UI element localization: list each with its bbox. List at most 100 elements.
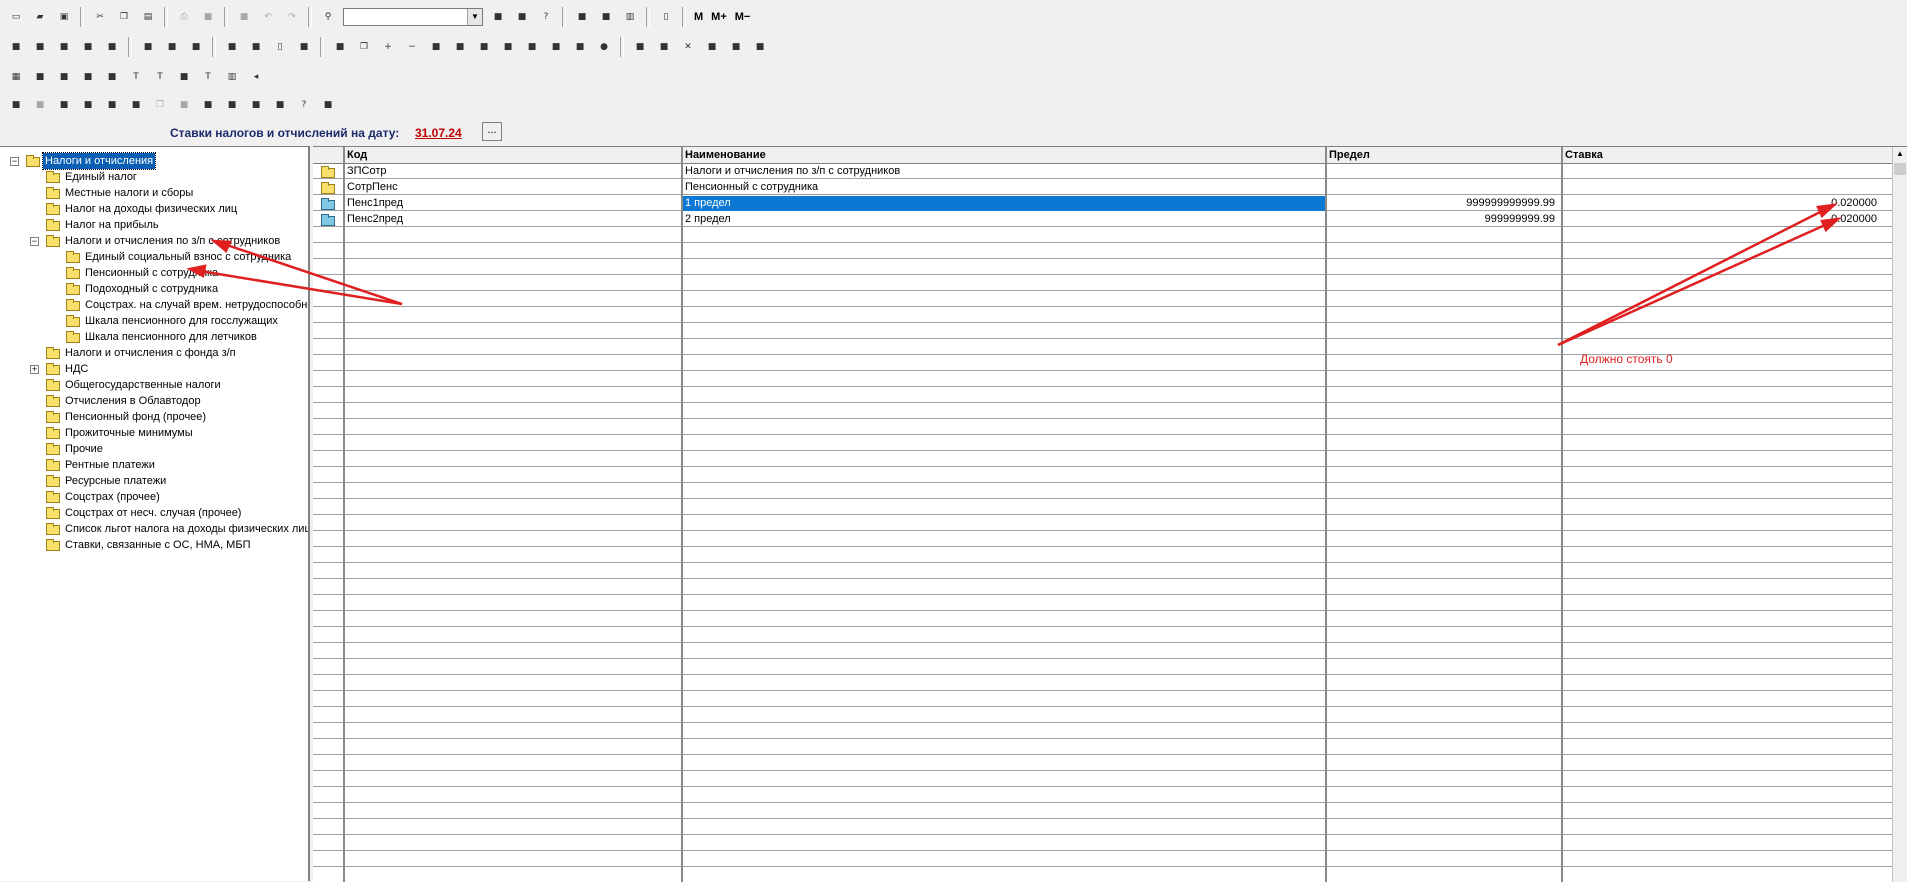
tree-item[interactable]: Шкала пенсионного для госслужащих: [0, 313, 306, 329]
pin2-icon[interactable]: ■: [654, 37, 674, 57]
copy2-icon[interactable]: ❐: [354, 37, 374, 57]
journal-icon[interactable]: ■: [54, 37, 74, 57]
expand-icon[interactable]: +: [30, 365, 39, 374]
column-header-limit[interactable]: Предел: [1329, 149, 1370, 161]
tree-item[interactable]: Ресурсные платежи: [0, 473, 306, 489]
save-icon[interactable]: ▣: [54, 7, 74, 27]
tools-icon[interactable]: ■: [102, 37, 122, 57]
table-icon[interactable]: ■: [222, 37, 242, 57]
cross-icon[interactable]: ✕: [678, 37, 698, 57]
n-icon[interactable]: ■: [498, 37, 518, 57]
table-row[interactable]: Пенс2пред 2 предел 999999999.99 0.020000: [313, 212, 1893, 228]
chevron-down-icon[interactable]: ▼: [467, 9, 482, 25]
reports-icon[interactable]: ■: [30, 37, 50, 57]
table-row[interactable]: Пенс1пред 1 предел 999999999999.99 0.020000: [313, 196, 1893, 212]
scroll-up-arrow-icon[interactable]: ▲: [1893, 147, 1907, 161]
link-icon[interactable]: ■: [474, 37, 494, 57]
column-header-code[interactable]: Код: [347, 149, 367, 161]
book-icon[interactable]: ▯: [656, 7, 676, 27]
column-divider[interactable]: [1561, 147, 1563, 882]
cash-icon[interactable]: ■: [570, 37, 590, 57]
column-header-rate[interactable]: Ставка: [1565, 149, 1603, 161]
search-combo[interactable]: ▼: [343, 8, 483, 26]
pin-icon[interactable]: ■: [630, 37, 650, 57]
tree-item[interactable]: Соцстрах от несч. случая (прочее): [0, 505, 306, 521]
table-row[interactable]: ЗПСотр Налоги и отчисления по з/п с сотру…: [313, 164, 1893, 180]
cell-name[interactable]: Пенсионный с сотрудника: [685, 180, 1321, 195]
hsplit-icon[interactable]: ■: [450, 37, 470, 57]
tb4-doc-icon[interactable]: ■: [222, 95, 242, 115]
paste-icon[interactable]: ▤: [138, 7, 158, 27]
scroll-thumb[interactable]: [1894, 163, 1906, 175]
cell-code[interactable]: ЗПСотр: [347, 164, 677, 179]
table-row[interactable]: СотрПенс Пенсионный с сотрудника: [313, 180, 1893, 196]
calendar-icon[interactable]: ■: [596, 7, 616, 27]
calc-icon[interactable]: ▦: [6, 67, 26, 87]
cell-limit[interactable]: 999999999999.99: [1329, 196, 1555, 211]
tb4-tree-icon[interactable]: ■: [270, 95, 290, 115]
redo-icon[interactable]: ↷: [282, 7, 302, 27]
tree-item[interactable]: Соцстрах (прочее): [0, 489, 306, 505]
cell-limit[interactable]: [1329, 164, 1555, 179]
tree-item[interactable]: Общегосударственные налоги: [0, 377, 306, 393]
tree-item[interactable]: Соцстрах. на случай врем. нетрудоспособн…: [0, 297, 308, 313]
docs-icon[interactable]: ■: [54, 67, 74, 87]
account-icon[interactable]: ■: [246, 37, 266, 57]
tb4-edit-icon[interactable]: ■: [102, 95, 122, 115]
tb4-multi-icon[interactable]: ■: [198, 95, 218, 115]
tb4-search-icon[interactable]: ■: [78, 95, 98, 115]
cell-name[interactable]: 1 предел: [683, 196, 1325, 211]
tree-item[interactable]: Пенсионный с сотрудника: [0, 265, 306, 281]
rates-grid[interactable]: Код Наименование Предел Ставка ЗПСотр Нал…: [313, 146, 1907, 882]
cell-rate[interactable]: 0.020000: [1565, 212, 1877, 227]
cut-icon[interactable]: ✂: [90, 7, 110, 27]
tb4-folder-icon[interactable]: ■: [30, 95, 50, 115]
doc3-icon[interactable]: ■: [102, 67, 122, 87]
tmp-icon[interactable]: ■: [138, 37, 158, 57]
register-icon[interactable]: ■: [78, 37, 98, 57]
find-icon[interactable]: ⚲: [318, 7, 338, 27]
cell-rate[interactable]: [1565, 164, 1877, 179]
tb4-delete-icon[interactable]: ■: [126, 95, 146, 115]
cell-code[interactable]: СотрПенс: [347, 180, 677, 195]
m-plus-button[interactable]: M+: [707, 11, 731, 23]
cell-limit[interactable]: [1329, 180, 1555, 195]
tree-item[interactable]: Единый налог: [0, 169, 306, 185]
cell-code[interactable]: Пенс1пред: [347, 196, 677, 211]
tree-item[interactable]: Шкала пенсионного для летчиков: [0, 329, 306, 345]
grid4-icon[interactable]: ■: [750, 37, 770, 57]
t3-icon[interactable]: T: [198, 67, 218, 87]
collapse-icon[interactable]: −: [10, 157, 19, 166]
cell-name[interactable]: 2 предел: [685, 212, 1321, 227]
minus-icon[interactable]: −: [402, 37, 422, 57]
cell-code[interactable]: Пенс2пред: [347, 212, 677, 227]
tree-item[interactable]: Ставки, связанные с ОС, НМА, МБП: [0, 537, 306, 553]
m-minus-button[interactable]: M−: [731, 11, 755, 23]
find-replace-icon[interactable]: ■: [512, 7, 532, 27]
new-icon[interactable]: ▭: [6, 7, 26, 27]
book2-icon[interactable]: ▯: [270, 37, 290, 57]
cell-limit[interactable]: 999999999.99: [1329, 212, 1555, 227]
column-divider[interactable]: [343, 147, 345, 882]
calculator-icon[interactable]: ■: [572, 7, 592, 27]
doc4-icon[interactable]: ■: [174, 67, 194, 87]
cell-rate[interactable]: [1565, 180, 1877, 195]
cell-name[interactable]: Налоги и отчисления по з/п с сотрудников: [685, 164, 1321, 179]
tree-item[interactable]: Список льгот налога на доходы физических…: [0, 521, 308, 537]
form-icon[interactable]: ■: [234, 7, 254, 27]
plat-icon[interactable]: ■: [294, 37, 314, 57]
tb4-help-icon[interactable]: ?: [294, 95, 314, 115]
tree-item[interactable]: Прожиточные минимумы: [0, 425, 306, 441]
n2-icon[interactable]: ■: [522, 37, 542, 57]
tb4-whatis-icon[interactable]: ■: [318, 95, 338, 115]
open-icon[interactable]: ▰: [30, 7, 50, 27]
tree-item[interactable]: Налог на доходы физических лиц: [0, 201, 306, 217]
checker-icon[interactable]: ■: [30, 67, 50, 87]
copy-icon[interactable]: ❐: [114, 7, 134, 27]
collapse-icon[interactable]: −: [30, 237, 39, 246]
sd-icon[interactable]: ■: [186, 37, 206, 57]
chart2-icon[interactable]: ▥: [222, 67, 242, 87]
ledger-icon[interactable]: ■: [6, 37, 26, 57]
plus-icon[interactable]: +: [378, 37, 398, 57]
back-icon[interactable]: ◂: [246, 67, 266, 87]
